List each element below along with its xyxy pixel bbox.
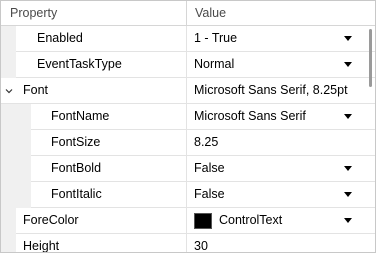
property-value[interactable]: 30	[194, 239, 208, 252]
row-gutter	[1, 182, 31, 208]
property-name[interactable]: Enabled	[37, 31, 83, 45]
row-gutter	[1, 208, 16, 234]
column-divider	[186, 104, 187, 130]
dropdown-arrow-icon[interactable]	[344, 166, 352, 171]
property-name[interactable]: FontSize	[51, 135, 100, 149]
column-divider	[186, 130, 187, 156]
grid-header: Property Value	[1, 1, 375, 26]
property-value[interactable]: 1 - True	[194, 31, 237, 45]
row-gutter	[1, 26, 16, 52]
property-name[interactable]: Height	[23, 239, 59, 252]
row-gutter	[1, 156, 31, 182]
property-column-header[interactable]: Property	[10, 6, 57, 20]
property-row-fontitalic[interactable]: FontItalic False	[1, 182, 375, 208]
property-name[interactable]: FontBold	[51, 161, 101, 175]
row-gutter	[1, 234, 16, 252]
property-value[interactable]: Microsoft Sans Serif	[194, 109, 306, 123]
property-row-fontsize[interactable]: FontSize 8.25	[1, 130, 375, 156]
value-column-header[interactable]: Value	[195, 6, 226, 20]
column-divider	[186, 208, 187, 234]
property-row-enabled[interactable]: Enabled 1 - True	[1, 26, 375, 52]
dropdown-arrow-icon[interactable]	[344, 192, 352, 197]
color-swatch[interactable]	[194, 213, 212, 229]
property-row-forecolor[interactable]: ForeColor ControlText	[1, 208, 375, 234]
dropdown-arrow-icon[interactable]	[344, 218, 352, 223]
property-value[interactable]: Microsoft Sans Serif, 8.25pt	[194, 83, 348, 97]
row-gutter	[1, 52, 16, 78]
row-gutter	[1, 104, 31, 130]
column-divider	[186, 78, 187, 104]
header-divider[interactable]	[186, 1, 187, 26]
property-row-font[interactable]: Font Microsoft Sans Serif, 8.25pt	[1, 78, 375, 104]
property-name[interactable]: FontItalic	[51, 187, 102, 201]
property-name[interactable]: Font	[23, 83, 48, 97]
property-row-fontbold[interactable]: FontBold False	[1, 156, 375, 182]
property-grid: Property Value Enabled 1 - True EventTas…	[0, 0, 376, 253]
row-gutter	[1, 130, 31, 156]
column-divider	[186, 156, 187, 182]
property-value[interactable]: 8.25	[194, 135, 218, 149]
property-value[interactable]: False	[194, 187, 225, 201]
column-divider	[186, 52, 187, 78]
dropdown-arrow-icon[interactable]	[344, 114, 352, 119]
property-name[interactable]: FontName	[51, 109, 109, 123]
column-divider	[186, 26, 187, 52]
column-divider	[186, 182, 187, 208]
dropdown-arrow-icon[interactable]	[344, 62, 352, 67]
property-row-fontname[interactable]: FontName Microsoft Sans Serif	[1, 104, 375, 130]
property-row-eventtasktype[interactable]: EventTaskType Normal	[1, 52, 375, 78]
property-row-height[interactable]: Height 30	[1, 234, 375, 252]
column-divider	[186, 234, 187, 252]
property-value[interactable]: False	[194, 161, 225, 175]
property-value[interactable]: ControlText	[219, 213, 282, 227]
property-value[interactable]: Normal	[194, 57, 234, 71]
chevron-down-icon[interactable]	[5, 87, 13, 95]
property-name[interactable]: EventTaskType	[37, 57, 122, 71]
scrollbar-thumb[interactable]	[369, 29, 372, 87]
vertical-scrollbar[interactable]	[365, 29, 373, 252]
dropdown-arrow-icon[interactable]	[344, 36, 352, 41]
property-name[interactable]: ForeColor	[23, 213, 79, 227]
